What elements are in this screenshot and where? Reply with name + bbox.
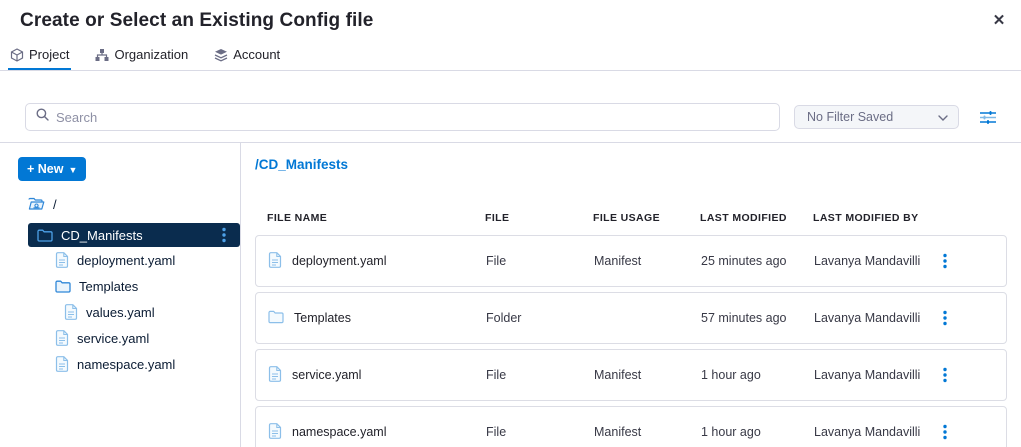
file-usage: Manifest <box>594 425 701 439</box>
saved-filter-value: No Filter Saved <box>807 110 893 124</box>
hierarchy-icon <box>95 48 109 62</box>
table-row[interactable]: Templates Folder 57 minutes agoLavanya Man… <box>255 292 1007 344</box>
tab-project[interactable]: Project <box>8 44 71 70</box>
toolbar-wrap: No Filter Saved <box>0 71 1021 143</box>
folder-icon <box>37 229 53 242</box>
kebab-menu-icon[interactable] <box>934 362 956 388</box>
sliders-filter-icon[interactable] <box>975 104 1001 130</box>
folder-icon <box>55 280 71 293</box>
tree-item-namespace-yaml[interactable]: namespace.yaml <box>0 351 240 377</box>
table-row[interactable]: deployment.yaml FileManifest25 minutes ag… <box>255 235 1007 287</box>
saved-filter-select[interactable]: No Filter Saved <box>794 105 959 129</box>
column-header: FILE <box>485 212 593 224</box>
table-rows: deployment.yamlFileManifest25 minutes ag… <box>255 235 1007 447</box>
tab-label: Project <box>29 47 69 62</box>
file-type: Folder <box>486 311 594 325</box>
column-header: FILE NAME <box>267 212 485 224</box>
last-modified: 25 minutes ago <box>701 254 814 268</box>
tab-bar: Project Organization Account <box>0 44 1021 71</box>
kebab-menu-icon[interactable] <box>934 305 956 331</box>
table-row[interactable]: service.yaml FileManifest1 hour agoLavany… <box>255 349 1007 401</box>
tree-item-label: Templates <box>79 279 138 294</box>
file-type: File <box>486 254 594 268</box>
dialog-title: Create or Select an Existing Config file <box>20 10 1001 32</box>
tree-item-label: CD_Manifests <box>61 228 143 243</box>
column-header: LAST MODIFIED <box>700 212 813 224</box>
tree-item-label: / <box>53 197 57 212</box>
dialog-content: + New ▼ /CD_Manifestsdeployment.yamlTemp… <box>0 143 1021 447</box>
new-button[interactable]: + New ▼ <box>18 157 86 181</box>
tree-item-label: namespace.yaml <box>77 357 175 372</box>
last-modified-by: Lavanya Mandavilli <box>814 254 934 268</box>
tree-item-templates[interactable]: Templates <box>0 273 240 299</box>
tab-account[interactable]: Account <box>212 44 282 70</box>
table-header-row: FILE NAMEFILEFILE USAGELAST MODIFIEDLAST… <box>255 211 1007 225</box>
toolbar: No Filter Saved <box>0 103 1021 131</box>
tree-item-deployment-yaml[interactable]: deployment.yaml <box>0 247 240 273</box>
file-name: Templates <box>294 311 351 325</box>
tab-label: Account <box>233 47 280 62</box>
close-icon[interactable]: ✕ <box>989 11 1009 31</box>
new-button-label: + New <box>27 162 63 176</box>
tab-organization[interactable]: Organization <box>93 44 190 70</box>
last-modified-by: Lavanya Mandavilli <box>814 311 934 325</box>
last-modified-by: Lavanya Mandavilli <box>814 368 934 382</box>
search-input[interactable] <box>56 110 769 125</box>
chevron-down-icon: ▼ <box>68 165 77 175</box>
last-modified-by: Lavanya Mandavilli <box>814 425 934 439</box>
breadcrumb[interactable]: /CD_Manifests <box>255 157 348 173</box>
tree-item-cd-manifests[interactable]: CD_Manifests <box>28 223 240 247</box>
search-icon <box>36 108 49 126</box>
column-header: FILE USAGE <box>593 212 700 224</box>
file-tree-sidebar: + New ▼ / CD_Manifests deployment.yaml Temp… <box>0 143 241 447</box>
config-file-dialog: Create or Select an Existing Config file… <box>0 0 1021 447</box>
file-name: namespace.yaml <box>292 425 387 439</box>
tree-item-[interactable]: / <box>0 191 240 217</box>
kebab-menu-icon[interactable] <box>222 227 226 243</box>
open-folder-icon <box>28 197 45 211</box>
tree-item-label: values.yaml <box>86 305 155 320</box>
file-icon <box>55 330 69 346</box>
tab-label: Organization <box>114 47 188 62</box>
last-modified: 1 hour ago <box>701 425 814 439</box>
tree-item-label: service.yaml <box>77 331 149 346</box>
file-icon <box>268 423 282 442</box>
file-icon <box>268 366 282 385</box>
file-name: deployment.yaml <box>292 254 387 268</box>
file-icon <box>55 252 69 268</box>
file-table-panel: /CD_Manifests FILE NAMEFILEFILE USAGELAS… <box>241 143 1021 447</box>
last-modified: 57 minutes ago <box>701 311 814 325</box>
file-name: service.yaml <box>292 368 361 382</box>
chevron-down-icon <box>938 108 948 126</box>
file-icon <box>64 304 78 320</box>
folder-icon <box>268 310 284 327</box>
dialog-header: Create or Select an Existing Config file… <box>0 0 1021 44</box>
kebab-menu-icon[interactable] <box>934 419 956 445</box>
file-usage: Manifest <box>594 254 701 268</box>
tree-item-label: deployment.yaml <box>77 253 175 268</box>
file-type: File <box>486 425 594 439</box>
layers-icon <box>214 48 228 62</box>
file-tree: / CD_Manifests deployment.yaml Templates val… <box>0 191 240 377</box>
tree-item-service-yaml[interactable]: service.yaml <box>0 325 240 351</box>
last-modified: 1 hour ago <box>701 368 814 382</box>
kebab-menu-icon[interactable] <box>934 248 956 274</box>
tree-item-values-yaml[interactable]: values.yaml <box>0 299 240 325</box>
cube-icon <box>10 48 24 62</box>
file-icon <box>268 252 282 271</box>
file-icon <box>55 356 69 372</box>
search-box[interactable] <box>25 103 780 131</box>
column-header: LAST MODIFIED BY <box>813 212 933 224</box>
file-type: File <box>486 368 594 382</box>
file-usage: Manifest <box>594 368 701 382</box>
table-row[interactable]: namespace.yaml FileManifest1 hour agoLava… <box>255 406 1007 447</box>
